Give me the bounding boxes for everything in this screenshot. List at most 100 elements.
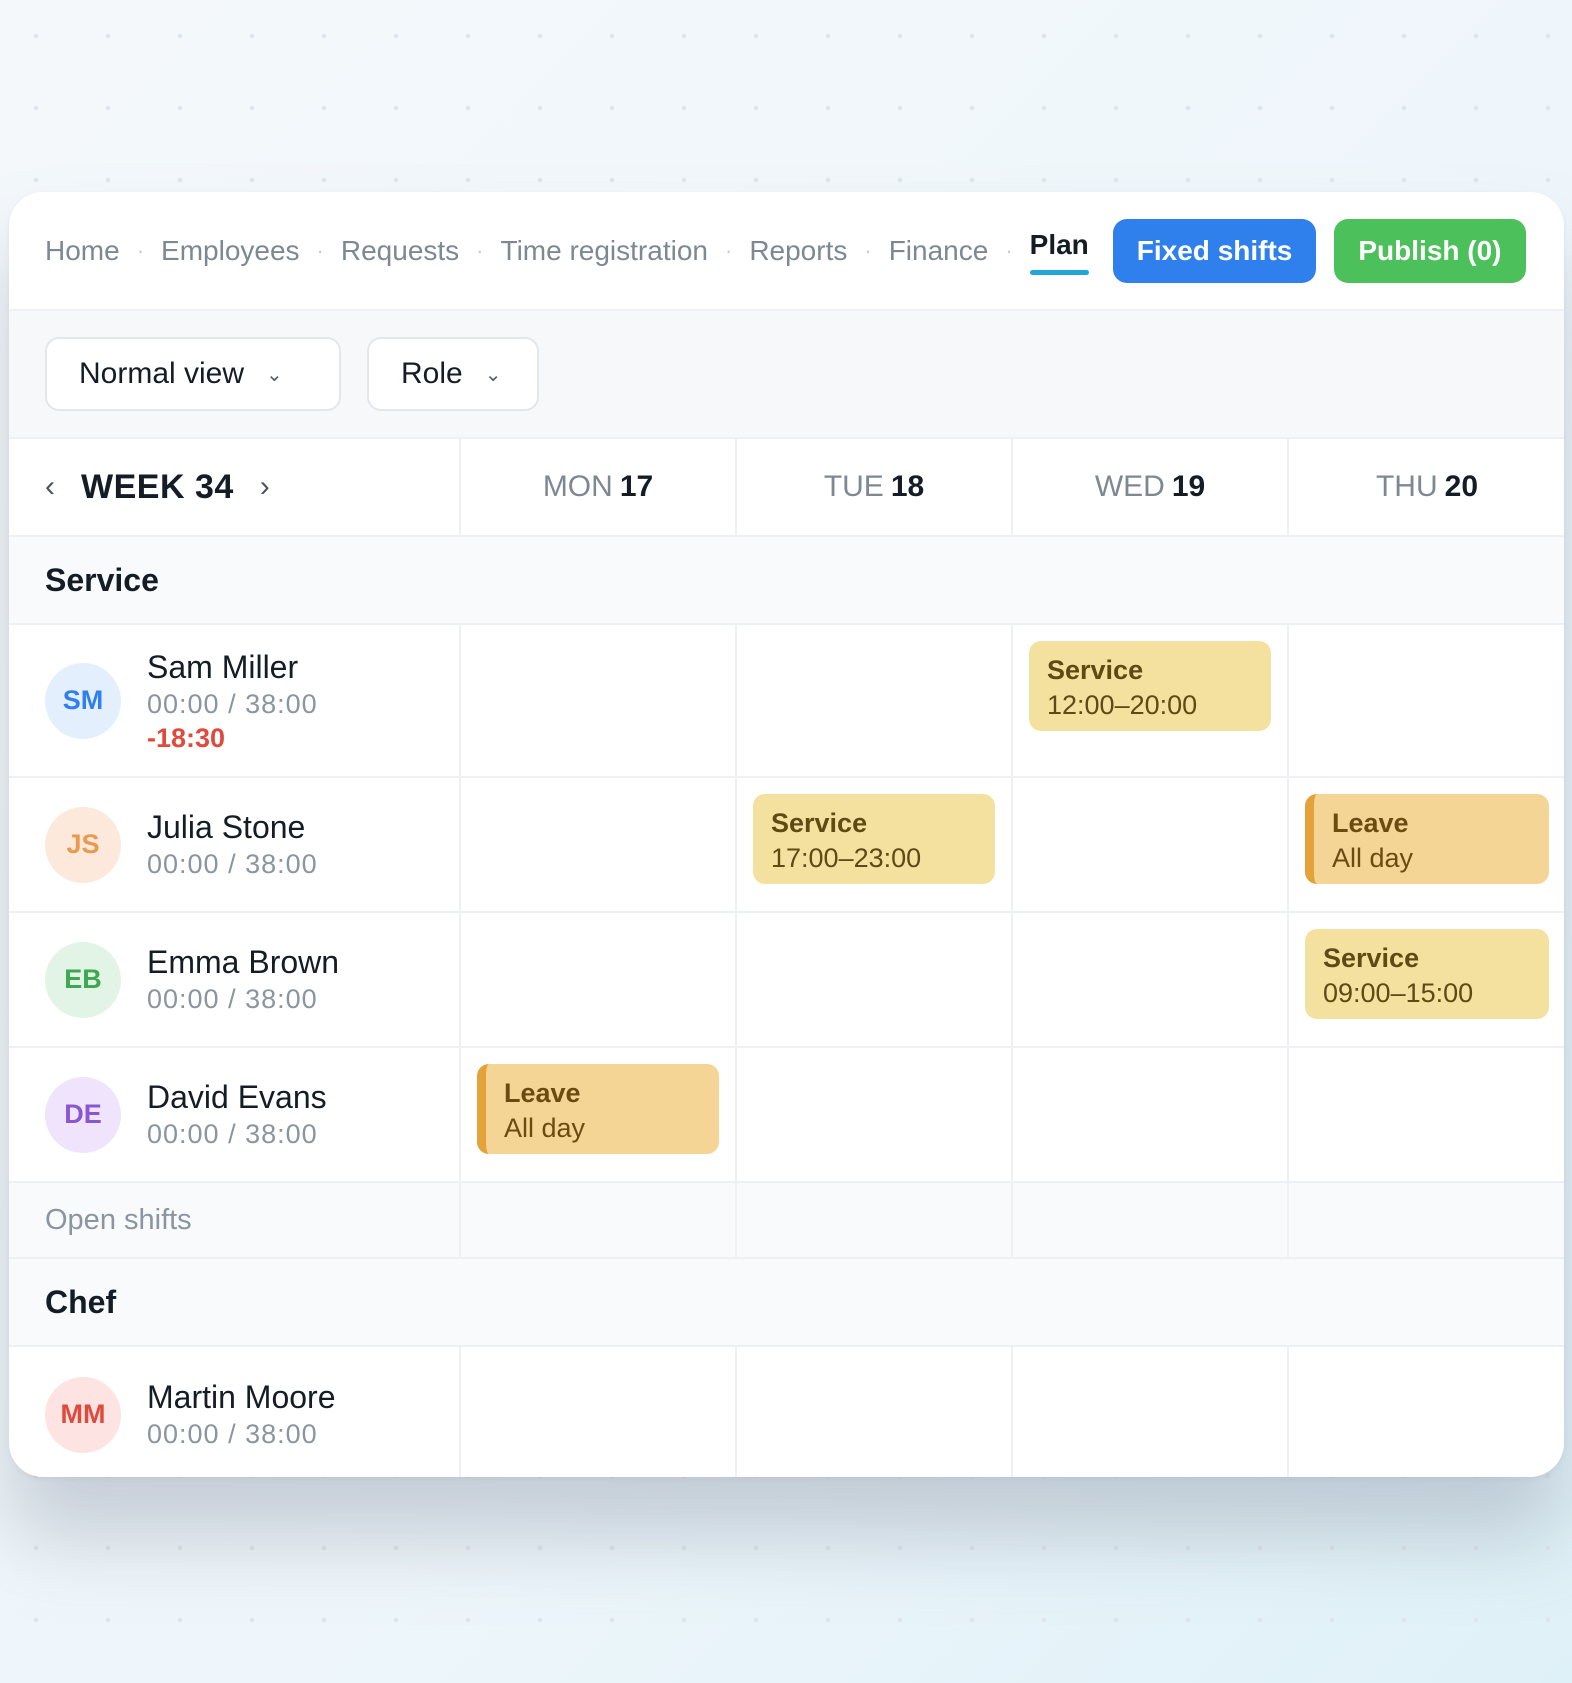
- day-cell-mon[interactable]: [461, 913, 737, 1046]
- employee-cell[interactable]: JS Julia Stone 00:00 / 38:00: [9, 778, 461, 911]
- leave-card[interactable]: Leave All day: [1305, 794, 1549, 884]
- open-shifts-label: Open shifts: [9, 1183, 461, 1257]
- view-select[interactable]: Normal view ⌄: [45, 337, 341, 411]
- day-of-week: TUE: [823, 470, 884, 503]
- shift-title: Leave: [504, 1078, 581, 1108]
- shift-time: 09:00–15:00: [1323, 978, 1474, 1008]
- employee-cell[interactable]: MM Martin Moore 00:00 / 38:00: [9, 1347, 461, 1477]
- day-number: 20: [1444, 470, 1479, 503]
- open-shift-cell-wed[interactable]: [1013, 1183, 1289, 1257]
- day-cell-thu[interactable]: [1289, 625, 1564, 776]
- table-row: SM Sam Miller 00:00 / 38:00 -18:30 Servi…: [9, 625, 1564, 778]
- employee-name: Sam Miller: [147, 648, 299, 685]
- open-shift-cell-thu[interactable]: [1289, 1183, 1564, 1257]
- open-shift-cell-mon[interactable]: [461, 1183, 737, 1257]
- chevron-down-icon: ⌄: [484, 363, 502, 386]
- day-header-tue: TUE 18: [737, 439, 1013, 535]
- day-header-wed: WED 19: [1013, 439, 1289, 535]
- shift-time: All day: [1332, 843, 1414, 873]
- nav-separator: ·: [316, 237, 324, 263]
- day-cell-tue[interactable]: [737, 1347, 1013, 1477]
- nav-items: Home · Employees · Requests · Time regis…: [45, 229, 1089, 275]
- day-cell-wed[interactable]: Service 12:00–20:00: [1013, 625, 1289, 776]
- avatar: DE: [45, 1076, 121, 1153]
- group-header-service: Service: [9, 537, 1564, 625]
- avatar: JS: [45, 806, 121, 883]
- employee-name: Martin Moore: [147, 1378, 336, 1415]
- shift-time: 17:00–23:00: [771, 843, 922, 873]
- day-cell-mon[interactable]: [461, 778, 737, 911]
- publish-button[interactable]: Publish (0): [1334, 218, 1526, 283]
- day-cell-wed[interactable]: [1013, 778, 1289, 911]
- day-number: 19: [1171, 470, 1206, 503]
- nav-requests[interactable]: Requests: [341, 235, 459, 267]
- fixed-shifts-button[interactable]: Fixed shifts: [1112, 218, 1317, 283]
- employee-hours: 00:00 / 38:00: [147, 1418, 318, 1449]
- shift-title: Service: [1323, 943, 1420, 973]
- employee-hours: 00:00 / 38:00: [147, 848, 318, 879]
- day-cell-wed[interactable]: [1013, 1048, 1289, 1181]
- table-row: JS Julia Stone 00:00 / 38:00 Service 17:…: [9, 778, 1564, 913]
- day-cell-tue[interactable]: Service 17:00–23:00: [737, 778, 1013, 911]
- shift-card[interactable]: Service 12:00–20:00: [1029, 641, 1271, 731]
- day-cell-mon[interactable]: [461, 625, 737, 776]
- employee-name: Julia Stone: [147, 808, 306, 845]
- open-shift-cell-tue[interactable]: [737, 1183, 1013, 1257]
- nav-separator: ·: [136, 237, 145, 263]
- chevron-right-icon[interactable]: ›: [260, 470, 270, 504]
- nav-reports[interactable]: Reports: [749, 235, 847, 267]
- view-select-label: Normal view: [79, 357, 245, 390]
- nav-finance[interactable]: Finance: [889, 235, 989, 267]
- week-navigator: ‹ WEEK 34 ›: [9, 439, 461, 535]
- employee-info: Julia Stone 00:00 / 38:00: [147, 808, 318, 882]
- leave-card[interactable]: Leave All day: [477, 1064, 719, 1154]
- chevron-left-icon[interactable]: ‹: [45, 470, 55, 504]
- employee-name: Emma Brown: [147, 943, 340, 980]
- nav-home[interactable]: Home: [45, 235, 120, 267]
- shift-time: All day: [504, 1113, 586, 1143]
- day-cell-thu[interactable]: [1289, 1048, 1564, 1181]
- shift-title: Service: [771, 808, 868, 838]
- nav-separator: ·: [724, 237, 733, 263]
- shift-card[interactable]: Service 17:00–23:00: [753, 794, 995, 884]
- table-row: DE David Evans 00:00 / 38:00 Leave All d…: [9, 1048, 1564, 1183]
- employee-hours: 00:00 / 38:00: [147, 983, 318, 1014]
- day-of-week: THU: [1375, 470, 1438, 503]
- day-cell-tue[interactable]: [737, 625, 1013, 776]
- group-title: Chef: [45, 1283, 117, 1320]
- day-cell-thu[interactable]: [1289, 1347, 1564, 1477]
- nav-time-registration[interactable]: Time registration: [501, 235, 708, 267]
- employee-hours: 00:00 / 38:00: [147, 1118, 318, 1149]
- avatar: MM: [45, 1376, 121, 1453]
- chevron-down-icon: ⌄: [266, 363, 283, 386]
- day-cell-wed[interactable]: [1013, 913, 1289, 1046]
- day-cell-mon[interactable]: Leave All day: [461, 1048, 737, 1181]
- day-cell-wed[interactable]: [1013, 1347, 1289, 1477]
- table-row: MM Martin Moore 00:00 / 38:00: [9, 1347, 1564, 1477]
- day-cell-thu[interactable]: Service 09:00–15:00: [1289, 913, 1564, 1046]
- day-header-thu: THU 20: [1289, 439, 1564, 535]
- employee-cell[interactable]: EB Emma Brown 00:00 / 38:00: [9, 913, 461, 1046]
- avatar: SM: [45, 662, 121, 739]
- employee-info: Martin Moore 00:00 / 38:00: [147, 1378, 336, 1452]
- employee-cell[interactable]: SM Sam Miller 00:00 / 38:00 -18:30: [9, 625, 461, 776]
- role-select-label: Role: [401, 357, 463, 390]
- avatar: EB: [45, 941, 121, 1018]
- day-cell-thu[interactable]: Leave All day: [1289, 778, 1564, 911]
- day-cell-tue[interactable]: [737, 913, 1013, 1046]
- employee-hours: 00:00 / 38:00: [147, 688, 318, 719]
- group-title: Service: [45, 561, 159, 598]
- day-of-week: MON: [542, 470, 613, 503]
- employee-info: Sam Miller 00:00 / 38:00 -18:30: [147, 648, 318, 754]
- day-cell-mon[interactable]: [461, 1347, 737, 1477]
- day-header-mon: MON 17: [461, 439, 737, 535]
- day-of-week: WED: [1094, 470, 1165, 503]
- nav-employees[interactable]: Employees: [161, 235, 300, 267]
- shift-card[interactable]: Service 09:00–15:00: [1305, 929, 1549, 1019]
- role-select[interactable]: Role ⌄: [367, 337, 539, 411]
- shift-title: Leave: [1332, 808, 1409, 838]
- employee-cell[interactable]: DE David Evans 00:00 / 38:00: [9, 1048, 461, 1181]
- day-number: 18: [890, 470, 925, 503]
- day-cell-tue[interactable]: [737, 1048, 1013, 1181]
- nav-plan[interactable]: Plan: [1029, 229, 1089, 275]
